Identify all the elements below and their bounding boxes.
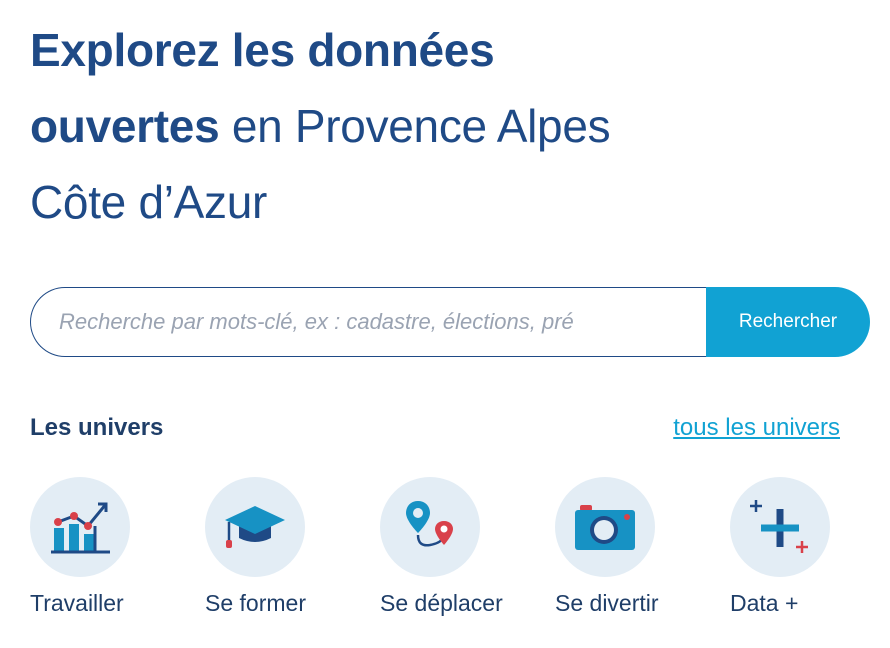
hero-title-rest: en Provence Alpes — [219, 100, 611, 152]
universe-item-se-divertir[interactable]: Se divertir — [555, 477, 725, 617]
plus-icon — [750, 500, 808, 553]
graduation-cap-icon — [225, 506, 285, 548]
universe-item-se-deplacer[interactable]: Se déplacer — [380, 477, 550, 617]
universe-circle — [730, 477, 830, 577]
universe-item-travailler[interactable]: Travailler — [30, 477, 200, 617]
search-bar: Rechercher — [30, 287, 870, 357]
chart-growth-icon — [51, 502, 110, 554]
hero-title-bold-2: ouvertes — [30, 100, 220, 152]
route-pins-icon — [406, 501, 453, 547]
search-button[interactable]: Rechercher — [706, 287, 870, 357]
universe-circle — [30, 477, 130, 577]
universe-item-se-former[interactable]: Se former — [205, 477, 375, 617]
universe-circle — [555, 477, 655, 577]
hero-title-bold-1: Explorez les données — [30, 24, 495, 76]
universe-label: Data + — [730, 590, 799, 616]
universe-label: Travailler — [30, 590, 124, 616]
hero-title: Explorez les données ouvertes en Provenc… — [30, 12, 730, 240]
universe-label: Se divertir — [555, 590, 659, 616]
universe-label: Se déplacer — [380, 590, 503, 616]
camera-icon — [575, 505, 635, 550]
universe-circle — [380, 477, 480, 577]
all-universes-link[interactable]: tous les univers — [673, 414, 840, 442]
universes-title: Les univers — [30, 414, 164, 441]
universe-item-data-plus[interactable]: Data + — [730, 477, 890, 617]
universe-circle — [205, 477, 305, 577]
hero-title-line-3: Côte d’Azur — [30, 176, 268, 228]
universe-label: Se former — [205, 590, 306, 616]
search-input[interactable] — [30, 287, 706, 357]
